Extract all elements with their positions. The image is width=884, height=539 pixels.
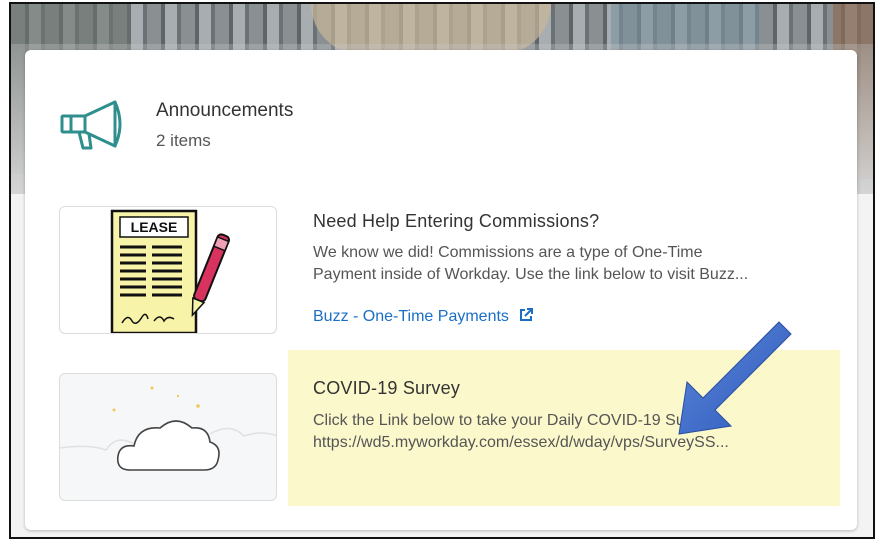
- lease-document-icon: LEASE: [110, 209, 230, 333]
- megaphone-icon: [60, 100, 122, 150]
- lease-sign-text: LEASE: [131, 219, 178, 235]
- item-title-covid-survey[interactable]: COVID-19 Survey: [313, 378, 460, 399]
- item-description: We know we did! Commissions are a type o…: [313, 244, 703, 261]
- item-count: 2 items: [156, 131, 211, 150]
- screenshot-frame: Announcements 2 items LEASE Need Help En…: [9, 2, 875, 539]
- cloud-thumbnail[interactable]: [59, 373, 277, 501]
- annotation-arrow-icon: [678, 321, 792, 435]
- lease-thumbnail[interactable]: LEASE: [59, 206, 277, 334]
- link-label: Buzz - One-Time Payments: [313, 308, 509, 325]
- item-title-commissions[interactable]: Need Help Entering Commissions?: [313, 211, 599, 232]
- item-description: Payment inside of Workday. Use the link …: [313, 266, 749, 283]
- cloud-icon: [60, 386, 276, 471]
- announcements-card: Announcements 2 items LEASE Need Help En…: [25, 50, 857, 530]
- buzz-link[interactable]: Buzz - One-Time Payments: [313, 308, 534, 327]
- photo-detail: [611, 4, 761, 54]
- photo-detail: [311, 4, 551, 54]
- page-title: Announcements: [156, 100, 294, 121]
- external-link-icon: [519, 308, 534, 327]
